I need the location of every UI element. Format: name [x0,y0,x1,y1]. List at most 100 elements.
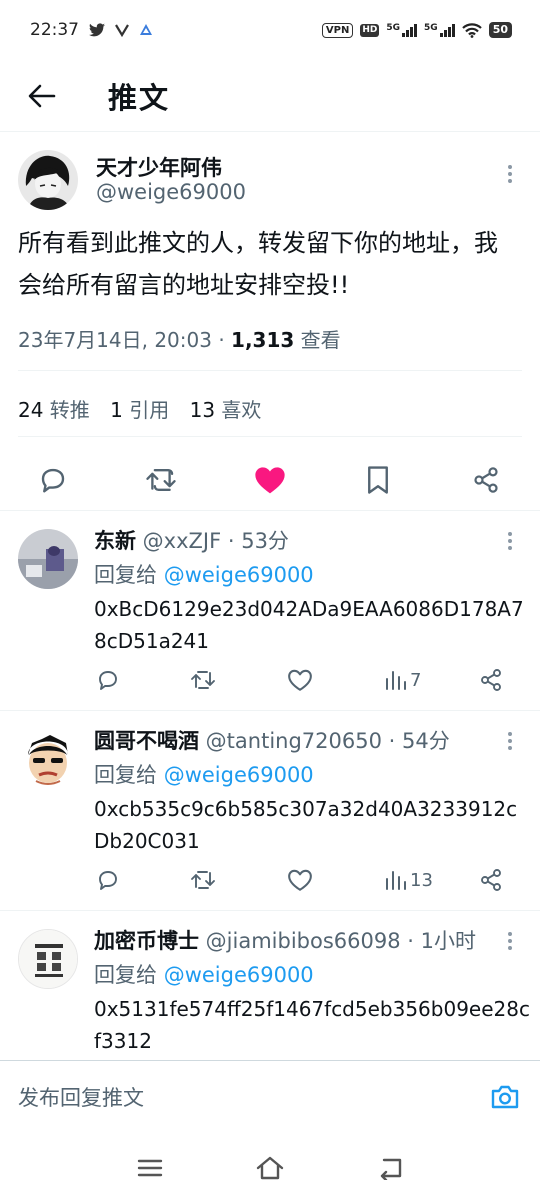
back-nav-icon [380,1158,402,1180]
share-icon [481,669,501,691]
retweet-icon [191,871,215,889]
views-button[interactable]: 7 [384,665,421,695]
reply-author-name: 圆哥不喝酒 [94,729,199,753]
reply-author-meta: @tanting720650 · 54分 [199,729,450,753]
likes-stat[interactable]: 13 喜欢 [190,398,262,422]
reply-to-prefix: 回复给 [94,763,164,787]
reply-avatar[interactable] [18,729,78,789]
reply-to-prefix: 回复给 [94,563,164,587]
reply-avatar[interactable] [18,929,78,989]
bookmark-button[interactable] [358,460,398,500]
retweet-button[interactable] [141,460,181,500]
battery-icon: 50 [488,22,512,38]
more-vertical-icon [508,732,512,750]
reply-compose-bar[interactable]: 发布回复推文 [0,1060,540,1132]
author-avatar[interactable] [18,150,78,210]
camera-button[interactable] [488,1080,522,1114]
more-vertical-icon [508,532,512,550]
heart-icon [288,669,312,691]
views-count: 1,313 [231,328,295,352]
like-button[interactable] [287,665,313,695]
reply-button[interactable] [33,460,73,500]
share-button[interactable] [479,865,503,895]
share-icon [481,869,501,891]
tweet-timestamp: 23年7月14日, 20:03 · [18,328,232,352]
author-handle[interactable]: @weige69000 [96,180,246,204]
divider [18,370,522,371]
more-options-button[interactable] [498,529,522,553]
tweet-text: 所有看到此推文的人，转发留下你的地址，我会给所有留言的地址安排空投!! [18,229,498,299]
heart-icon [288,869,312,891]
retweet-icon [146,468,176,492]
like-button[interactable] [250,460,290,500]
like-button[interactable] [287,865,313,895]
reply-to-handle[interactable]: @weige69000 [164,563,314,587]
arrow-left-icon [28,84,56,107]
back-nav-button[interactable] [374,1152,406,1184]
menu-nav-button[interactable] [134,1152,166,1184]
reply-author[interactable]: 东新 @xxZJF · 53分 [94,525,289,555]
reply-author-name: 东新 [94,529,136,553]
views-label: 查看 [294,328,341,352]
reply-actions: 7 [0,661,540,701]
reply-icon [99,671,117,690]
app-v-icon [115,24,129,37]
reply-text: 0xBcD6129e23d042ADa9EAA6086D178A78cD51a2… [94,597,524,653]
author-name[interactable]: 天才少年阿伟 [96,152,222,182]
more-options-button[interactable] [498,929,522,953]
retweet-button[interactable] [190,665,216,695]
reply-button[interactable] [96,865,120,895]
camera-icon [491,1085,519,1108]
more-vertical-icon [508,932,512,950]
wifi-icon [461,22,482,38]
quotes-stat[interactable]: 1 引用 [110,398,169,422]
share-button[interactable] [466,460,506,500]
menu-icon [137,1159,163,1177]
reply-text: 0x5131fe574ff25f1467fcd5eb356b09ee28cf33… [94,997,530,1053]
share-icon [474,467,498,493]
system-nav-bar [0,1132,540,1200]
back-button[interactable] [22,76,62,116]
retweets-stat[interactable]: 24 转推 [18,398,90,422]
reply-to-line: 回复给 @weige69000 [94,559,314,589]
signal-5g-icon: 5G [386,23,418,37]
reply-tweet[interactable]: 东新 @xxZJF · 53分 回复给 @weige69000 0xBcD612… [0,510,540,710]
reply-button[interactable] [96,665,120,695]
reply-author[interactable]: 加密币博士 @jiamibibos66098 · 1小时 [94,925,476,955]
home-nav-button[interactable] [254,1152,286,1184]
compose-placeholder[interactable]: 发布回复推文 [18,1082,144,1112]
app-a-icon [140,24,152,35]
vpn-badge: VPN [321,22,354,38]
reply-avatar[interactable] [18,529,78,589]
reply-tweet[interactable]: 圆哥不喝酒 @tanting720650 · 54分 回复给 @weige690… [0,710,540,910]
views-button[interactable]: 13 [384,865,433,895]
reply-icon [99,871,117,890]
reply-author-meta: @xxZJF · 53分 [136,529,289,553]
more-vertical-icon [508,165,512,183]
views-bar-chart-icon [386,871,406,890]
reply-actions: 13 [0,861,540,901]
divider [18,436,522,437]
hd-badge: HD [360,23,380,37]
tweet-stats: 24 转推 1 引用 13 喜欢 [18,394,261,423]
retweet-button[interactable] [190,865,216,895]
reply-tweet[interactable]: 加密币博士 @jiamibibos66098 · 1小时 回复给 @weige6… [0,910,540,1060]
page-title: 推文 [108,80,171,115]
more-options-button[interactable] [498,162,522,186]
signal-5g-icon: 5G [424,23,455,37]
views-bar-chart-icon [386,671,406,690]
reply-author[interactable]: 圆哥不喝酒 @tanting720650 · 54分 [94,725,450,755]
views-count: 13 [410,869,433,891]
status-time: 22:37 [30,20,79,40]
views-count: 7 [410,669,422,691]
reply-to-handle[interactable]: @weige69000 [164,763,314,787]
tweet-meta: 23年7月14日, 20:03 · 1,313 查看 [18,324,341,353]
reply-to-handle[interactable]: @weige69000 [164,963,314,987]
reply-to-line: 回复给 @weige69000 [94,759,314,789]
more-options-button[interactable] [498,729,522,753]
share-button[interactable] [479,665,503,695]
twitter-bird-icon [89,23,105,37]
reply-text: 0xcb535c9c6b585c307a32d40A3233912cDb20C0… [94,797,518,853]
reply-author-name: 加密币博士 [94,929,199,953]
reply-author-meta: @jiamibibos66098 · 1小时 [199,929,476,953]
